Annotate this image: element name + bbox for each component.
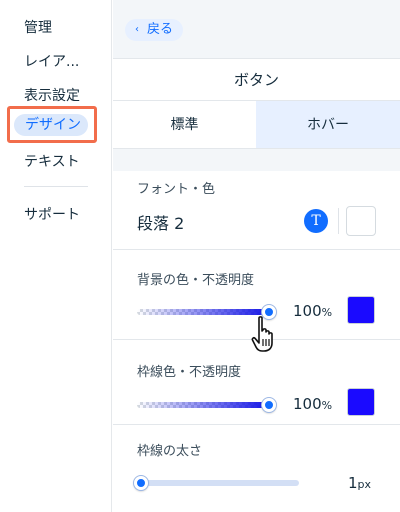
border-color-swatch[interactable] — [347, 388, 375, 416]
font-color-group: フォント・色 段落 2 T — [113, 171, 400, 250]
tab-normal[interactable]: 標準 — [113, 101, 256, 148]
settings-sidebar: 管理 レイア... 表示設定 デザイン テキスト サポート — [0, 0, 112, 512]
sidebar-divider — [24, 186, 88, 187]
sidebar-item-design[interactable]: デザイン — [14, 114, 88, 136]
vertical-divider — [338, 208, 339, 234]
border-opacity-slider[interactable] — [137, 402, 269, 408]
sidebar-item-support[interactable]: サポート — [24, 204, 80, 224]
chevron-left-icon: ‹ — [135, 24, 139, 35]
sidebar-item-layout[interactable]: レイア... — [24, 51, 79, 71]
border-width-group: 枠線の太さ 1px — [113, 425, 400, 512]
border-width-thumb[interactable] — [134, 476, 148, 490]
sidebar-item-display-settings[interactable]: 表示設定 — [24, 85, 80, 105]
font-color-label: フォント・色 — [137, 182, 216, 197]
border-color-label: 枠線色・不透明度 — [137, 365, 242, 380]
font-color-swatch[interactable] — [346, 206, 376, 236]
sidebar-item-design-highlight[interactable]: デザイン — [7, 106, 97, 143]
border-width-label: 枠線の太さ — [137, 444, 203, 459]
background-opacity-value[interactable]: 100% — [293, 302, 332, 320]
border-opacity-value[interactable]: 100% — [293, 395, 332, 413]
text-style-icon[interactable]: T — [304, 209, 328, 233]
section-title: ボタン — [113, 59, 400, 101]
background-color-swatch[interactable] — [347, 296, 375, 324]
tab-hover[interactable]: ホバー — [256, 101, 400, 148]
background-color-label: 背景の色・不透明度 — [137, 273, 255, 288]
sidebar-item-manage[interactable]: 管理 — [24, 17, 52, 37]
border-width-input[interactable]: 1px — [313, 468, 379, 498]
hand-pointer-icon — [251, 316, 273, 352]
panel-header: ‹ 戻る — [113, 0, 400, 59]
state-tabs: 標準 ホバー — [113, 101, 400, 149]
background-opacity-slider[interactable] — [137, 309, 269, 315]
panel-spacer — [113, 149, 400, 171]
font-style-value[interactable]: 段落 2 — [137, 210, 184, 234]
sidebar-item-text[interactable]: テキスト — [24, 151, 80, 171]
border-width-slider[interactable] — [137, 480, 299, 486]
back-button[interactable]: ‹ 戻る — [125, 19, 184, 41]
border-opacity-thumb[interactable] — [262, 398, 276, 412]
back-button-label: 戻る — [147, 22, 174, 37]
design-panel: ‹ 戻る ボタン 標準 ホバー フォント・色 段落 2 T 背景の色・不透明度 … — [113, 0, 400, 512]
